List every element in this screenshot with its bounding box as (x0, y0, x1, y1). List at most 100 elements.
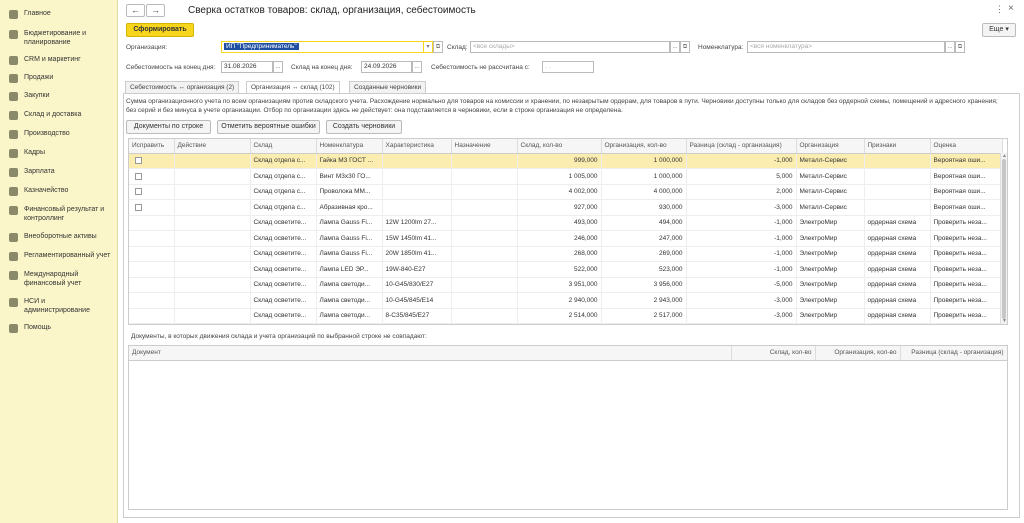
table-row[interactable]: Склад осветите... Лампа Gauss Fi... 12W 12… (129, 215, 1003, 231)
cell-sign: ордерная схема (864, 308, 931, 324)
fix-checkbox-cell[interactable] (129, 168, 175, 185)
table-row[interactable]: Склад осветите... Лампа светоди... 10-G45/… (129, 292, 1003, 309)
fix-checkbox-cell[interactable] (129, 153, 175, 169)
sidebar-item-12[interactable]: Регламентированный учет (0, 248, 116, 264)
cell-action (174, 184, 251, 200)
fix-checkbox[interactable] (135, 172, 142, 180)
sidebar-item-14[interactable]: НСИ и администрирование (0, 294, 116, 318)
close-icon[interactable]: × (1008, 3, 1014, 14)
table-row[interactable]: Склад отдела с... Проволока ММ... 4 002,00… (129, 184, 1003, 200)
cell-eval: Проверить неза... (930, 292, 1003, 309)
forward-button[interactable]: → (146, 4, 165, 17)
warehouse-field[interactable]: <все склады> (470, 41, 670, 53)
sidebar-item-5[interactable]: Склад и доставка (0, 107, 116, 123)
warehouse-end-label: Склад на конец дня: (291, 64, 353, 71)
table-row[interactable]: Склад отдела с... Винт М3х30 ГО... 1 005,0… (129, 168, 1003, 185)
sidebar-item-6[interactable]: Производство (0, 126, 116, 142)
sidebar-item-label: Главное (24, 10, 51, 17)
scrollbar-thumb[interactable] (1002, 159, 1006, 319)
more-button[interactable]: Еще ▾ (982, 23, 1016, 37)
fix-checkbox[interactable] (135, 157, 142, 165)
table-row[interactable]: Склад осветите... Лампа светоди... 8-C35/8… (129, 308, 1003, 324)
cell-purpose (451, 246, 518, 262)
nomenclature-select-button[interactable]: ... (945, 41, 955, 53)
docs-column-header[interactable]: Разница (склад - организация) (900, 346, 1007, 361)
sidebar-item-1[interactable]: Бюджетирование и планирование (0, 26, 116, 50)
sidebar-item-0[interactable]: Главное (0, 6, 116, 22)
column-header[interactable]: Организация, кол-во (601, 139, 687, 154)
column-header[interactable]: Действие (174, 139, 251, 154)
column-header[interactable]: Склад (250, 139, 317, 154)
sidebar-item-13[interactable]: Международный финансовый учет (0, 267, 116, 291)
cost-end-date-field[interactable]: 31.08.2026 (221, 61, 273, 73)
more-menu-icon[interactable]: ⋮ (995, 4, 1004, 15)
table-row[interactable]: Склад осветите... Лампа LED ЭР... 19W-840-… (129, 261, 1003, 278)
cost-not-calculated-field[interactable]: . . (542, 61, 594, 73)
tab-created-drafts[interactable]: Созданные черновики (349, 81, 427, 93)
sidebar-item-label: Склад и доставка (24, 111, 82, 118)
table-row[interactable]: Склад отдела с... Абразивная кро... 927,00… (129, 199, 1003, 216)
create-drafts-button[interactable]: Создать черновики (326, 120, 402, 134)
back-button[interactable]: ← (126, 4, 145, 17)
fix-checkbox[interactable] (135, 188, 142, 196)
column-header[interactable]: Номенклатура (316, 139, 383, 154)
sidebar-item-11[interactable]: Внеоборотные активы (0, 229, 116, 245)
column-header[interactable]: Назначение (451, 139, 518, 154)
cell-sign: ордерная схема (864, 246, 931, 262)
fix-checkbox-cell[interactable] (129, 199, 175, 216)
table-row[interactable]: Склад осветите... Лампа Gauss Fi... 15W 14… (129, 230, 1003, 247)
column-header[interactable]: Признаки (864, 139, 931, 154)
fix-checkbox-cell[interactable] (129, 261, 175, 278)
sidebar-item-10[interactable]: Финансовый результат и контроллинг (0, 202, 116, 226)
fix-checkbox-cell[interactable] (129, 230, 175, 247)
fix-checkbox-cell[interactable] (129, 308, 175, 324)
sidebar-item-9[interactable]: Казначейство (0, 183, 116, 199)
fix-checkbox-cell[interactable] (129, 292, 175, 309)
column-header[interactable]: Характеристика (382, 139, 452, 154)
table-row[interactable]: Склад отдела с... Гайка М3 ГОСТ ... 999,00… (129, 153, 1003, 169)
column-header[interactable]: Склад, кол-во (517, 139, 602, 154)
generate-button[interactable]: Сформировать (126, 23, 194, 37)
cell-orgq: 930,000 (601, 199, 687, 216)
organization-field[interactable]: ИП "Предприниматель" (221, 41, 428, 53)
table-row[interactable]: Склад осветите... Лампа светоди... 10-G45/… (129, 277, 1003, 293)
organization-select-button[interactable]: ▾ (423, 41, 433, 53)
cell-orgq: 4 000,000 (601, 184, 687, 200)
column-header[interactable]: Организация (796, 139, 865, 154)
column-header[interactable]: Исправить (129, 139, 175, 154)
warehouse-label: Склад: (447, 44, 468, 51)
column-header[interactable]: Оценка (930, 139, 1003, 154)
tab-cost-organization[interactable]: Себестоимость ↔ организация (2) (125, 81, 240, 93)
sidebar-item-15[interactable]: Помощь (0, 320, 116, 336)
sidebar-item-3[interactable]: Продажи (0, 70, 116, 86)
table-scrollbar[interactable]: ▲ ▼ (1000, 153, 1007, 324)
sidebar-item-2[interactable]: CRM и маркетинг (0, 52, 116, 68)
nomenclature-open-icon[interactable]: ⧉ (955, 41, 965, 53)
sidebar-item-7[interactable]: Кадры (0, 145, 116, 161)
scroll-down-icon[interactable]: ▼ (1001, 318, 1007, 324)
warehouse-end-date-field[interactable]: 24.09.2026 (361, 61, 412, 73)
sidebar-item-label: Продажи (24, 74, 54, 81)
organization-open-icon[interactable]: ⧉ (433, 41, 443, 53)
mark-errors-button[interactable]: Отметить вероятные ошибки (217, 120, 320, 134)
cell-nom: Винт М3х30 ГО... (316, 168, 383, 185)
sidebar-item-8[interactable]: Зарплата (0, 164, 116, 180)
fix-checkbox-cell[interactable] (129, 277, 175, 293)
warehouse-open-icon[interactable]: ⧉ (680, 41, 690, 53)
warehouse-end-calendar-button[interactable]: ... (412, 61, 422, 73)
column-header[interactable]: Разница (склад - организация) (686, 139, 797, 154)
fix-checkbox-cell[interactable] (129, 215, 175, 231)
sidebar-item-4[interactable]: Закупки (0, 88, 116, 104)
cell-nom: Лампа светоди... (316, 292, 383, 309)
fix-checkbox[interactable] (135, 203, 142, 211)
warehouse-select-button[interactable]: ... (670, 41, 680, 53)
table-row[interactable]: Склад осветите... Лампа Gauss Fi... 20W 18… (129, 246, 1003, 262)
docs-column-header[interactable]: Документ (129, 346, 732, 361)
fix-checkbox-cell[interactable] (129, 184, 175, 200)
fix-checkbox-cell[interactable] (129, 246, 175, 262)
nomenclature-field[interactable]: <вся номенклатура> (747, 41, 945, 53)
docs-by-row-button[interactable]: Документы по строке (126, 120, 211, 134)
cost-end-calendar-button[interactable]: ... (273, 61, 283, 73)
docs-column-header[interactable]: Организация, кол-во (815, 346, 901, 361)
docs-column-header[interactable]: Склад, кол-во (731, 346, 816, 361)
